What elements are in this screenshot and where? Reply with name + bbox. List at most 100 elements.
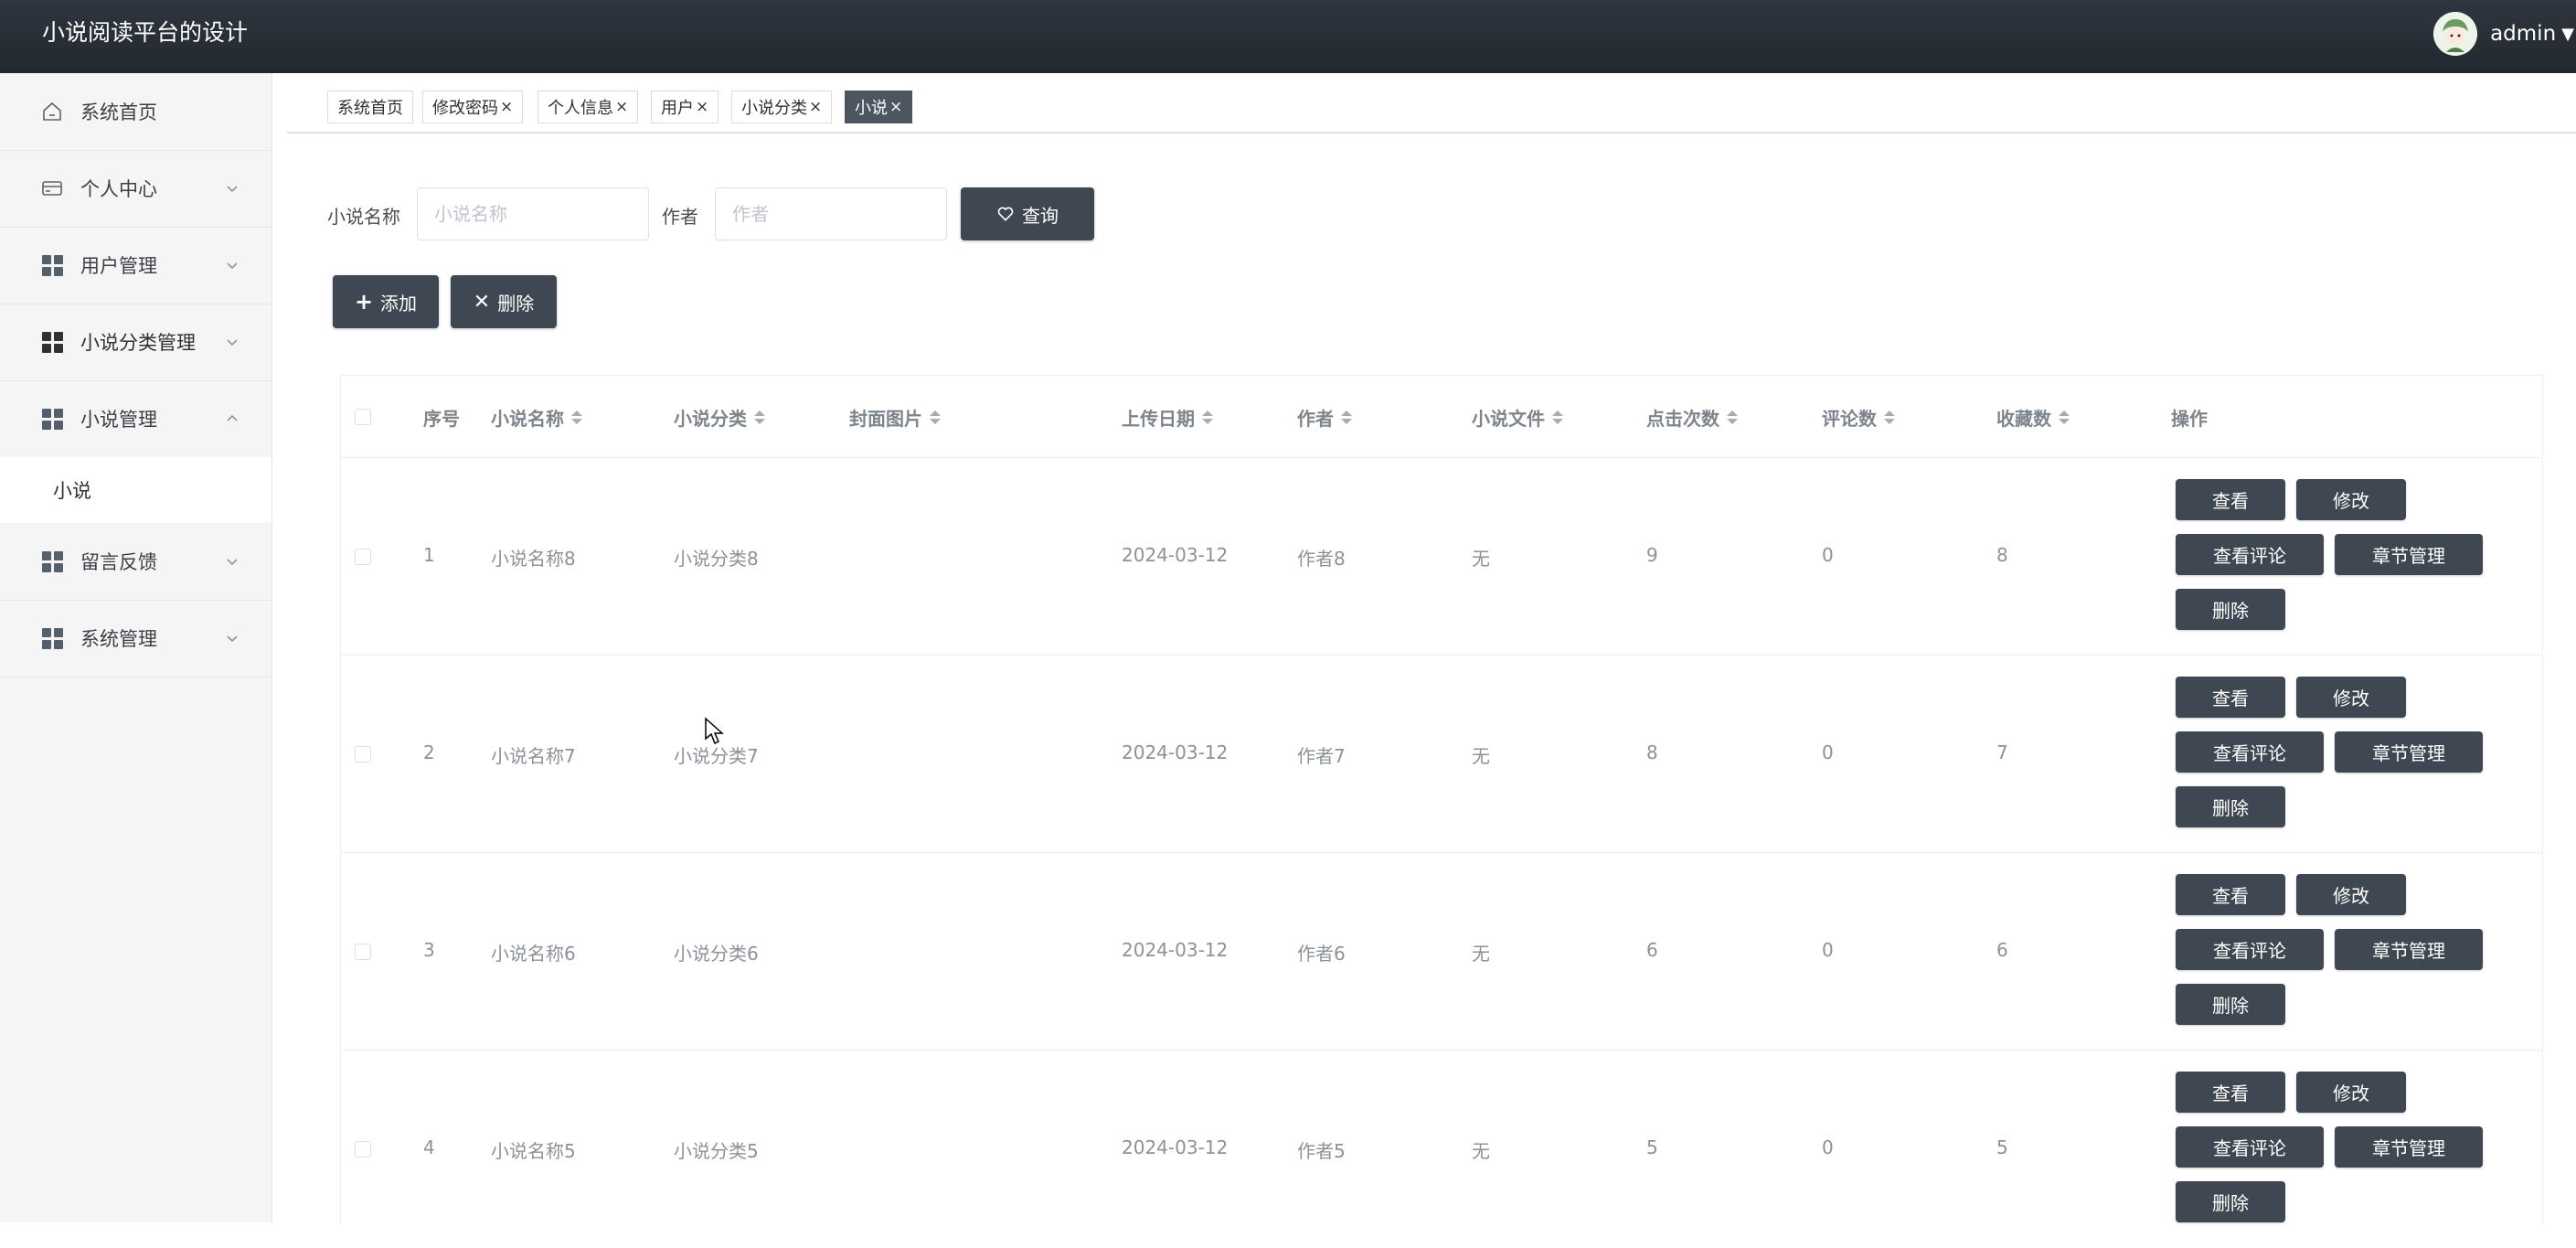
close-icon[interactable]: × xyxy=(500,98,513,116)
tags-view: 系统首页 修改密码 × 个人信息 × 用户 × 小说分类 × 小说 × xyxy=(287,88,2576,133)
sidebar-item-label: 个人中心 xyxy=(80,178,157,200)
cell-name: 小说名称5 xyxy=(491,1140,576,1162)
user-avatar[interactable] xyxy=(2433,12,2478,56)
author-label: 作者 xyxy=(662,206,698,228)
close-icon[interactable]: × xyxy=(809,98,822,116)
cell-category: 小说分类6 xyxy=(674,943,759,965)
chevron-down-icon xyxy=(223,256,241,274)
cell-author: 作者8 xyxy=(1297,548,1346,570)
batch-delete-button[interactable]: ✕ 删除 xyxy=(451,275,557,328)
cell-author: 作者6 xyxy=(1297,943,1346,965)
tab-user[interactable]: 用户 × xyxy=(651,91,719,123)
view-button[interactable]: 查看 xyxy=(2176,677,2285,718)
sidebar-item-feedback[interactable]: 留言反馈 xyxy=(0,523,271,601)
sidebar-item-home[interactable]: 系统首页 xyxy=(0,73,271,151)
tab-change-password[interactable]: 修改密码 × xyxy=(422,91,524,123)
sidebar-item-category-management[interactable]: 小说分类管理 xyxy=(0,304,271,381)
novel-table: 序号 小说名称 小说分类 封面图片 上传日期 作者 小说文件 点击次数 评论数 … xyxy=(340,375,2543,1223)
cell-name: 小说名称8 xyxy=(491,548,576,570)
cell-clicks: 6 xyxy=(1646,939,1658,961)
table-row: 1 小说名称8 小说分类8 2024-03-12 作者8 无 9 0 8 查看 … xyxy=(341,457,2542,656)
sort-icon xyxy=(1202,410,1213,424)
close-icon[interactable]: × xyxy=(696,98,708,116)
mouse-cursor-icon xyxy=(704,717,724,750)
column-header-favorites[interactable]: 收藏数 xyxy=(1996,376,2070,458)
sidebar-item-user-management[interactable]: 用户管理 xyxy=(0,227,271,304)
author-input[interactable] xyxy=(715,187,947,240)
caret-down-icon[interactable]: ▼ xyxy=(2561,25,2574,44)
cell-favorites: 6 xyxy=(1996,939,2008,961)
row-checkbox[interactable] xyxy=(355,1141,371,1157)
tab-novel[interactable]: 小说 × xyxy=(845,91,913,123)
top-header: 小说阅读平台的设计 admin ▼ xyxy=(0,0,2576,73)
column-header-file[interactable]: 小说文件 xyxy=(1472,376,1563,458)
sidebar-subitem-label: 小说 xyxy=(53,480,91,502)
edit-button[interactable]: 修改 xyxy=(2296,1072,2406,1113)
column-header-author[interactable]: 作者 xyxy=(1297,376,1352,458)
sidebar-subitem-novel[interactable]: 小说 xyxy=(0,457,271,523)
sort-icon xyxy=(1341,410,1352,424)
cell-author: 作者7 xyxy=(1297,745,1346,767)
close-icon: ✕ xyxy=(473,290,491,314)
sidebar-item-label: 用户管理 xyxy=(80,255,157,277)
view-comments-button[interactable]: 查看评论 xyxy=(2176,534,2324,575)
user-menu[interactable]: admin ▼ xyxy=(2433,9,2576,59)
sidebar-item-label: 小说分类管理 xyxy=(80,332,196,354)
tab-label: 用户 xyxy=(661,99,694,118)
sort-icon xyxy=(930,410,941,424)
query-button-label: 查询 xyxy=(1022,204,1059,227)
row-checkbox[interactable] xyxy=(355,944,371,960)
sort-icon xyxy=(1552,410,1563,424)
chapter-management-button[interactable]: 章节管理 xyxy=(2335,534,2483,575)
tab-label: 小说 xyxy=(855,99,888,118)
row-checkbox[interactable] xyxy=(355,549,371,565)
column-header-date[interactable]: 上传日期 xyxy=(1122,376,1213,458)
view-button[interactable]: 查看 xyxy=(2176,874,2285,915)
view-comments-button[interactable]: 查看评论 xyxy=(2176,731,2324,773)
chevron-up-icon xyxy=(223,410,241,428)
column-header-cover[interactable]: 封面图片 xyxy=(849,376,941,458)
view-button[interactable]: 查看 xyxy=(2176,479,2285,520)
cell-category: 小说分类5 xyxy=(674,1140,759,1162)
add-button[interactable]: + 添加 xyxy=(333,275,439,328)
grid-icon xyxy=(40,549,64,573)
select-all-checkbox[interactable] xyxy=(355,409,371,425)
close-icon[interactable]: × xyxy=(889,98,902,116)
delete-button[interactable]: 删除 xyxy=(2176,589,2285,630)
row-checkbox[interactable] xyxy=(355,746,371,763)
sidebar-item-novel-management[interactable]: 小说管理 xyxy=(0,380,271,458)
sort-icon xyxy=(1727,410,1738,424)
tab-home[interactable]: 系统首页 xyxy=(327,91,413,123)
column-header-clicks[interactable]: 点击次数 xyxy=(1646,376,1738,458)
sidebar-item-label: 系统首页 xyxy=(80,101,157,123)
tab-label: 修改密码 xyxy=(432,99,498,118)
edit-button[interactable]: 修改 xyxy=(2296,874,2406,915)
view-button[interactable]: 查看 xyxy=(2176,1072,2285,1113)
chevron-down-icon xyxy=(223,629,241,647)
column-header-actions: 操作 xyxy=(2171,407,2208,430)
tab-category[interactable]: 小说分类 × xyxy=(731,91,833,123)
novel-name-label: 小说名称 xyxy=(327,206,400,228)
edit-button[interactable]: 修改 xyxy=(2296,479,2406,520)
query-button[interactable]: 查询 xyxy=(961,187,1094,240)
view-comments-button[interactable]: 查看评论 xyxy=(2176,1126,2324,1168)
chapter-management-button[interactable]: 章节管理 xyxy=(2335,1126,2483,1168)
delete-button[interactable]: 删除 xyxy=(2176,786,2285,827)
sidebar-item-system-management[interactable]: 系统管理 xyxy=(0,600,271,677)
edit-button[interactable]: 修改 xyxy=(2296,677,2406,718)
chapter-management-button[interactable]: 章节管理 xyxy=(2335,731,2483,773)
delete-button[interactable]: 删除 xyxy=(2176,984,2285,1025)
sidebar-item-personal-center[interactable]: 个人中心 xyxy=(0,150,271,228)
delete-button[interactable]: 删除 xyxy=(2176,1181,2285,1222)
user-name[interactable]: admin xyxy=(2490,22,2556,46)
novel-name-input[interactable] xyxy=(417,187,649,240)
chapter-management-button[interactable]: 章节管理 xyxy=(2335,929,2483,970)
tab-personal-info[interactable]: 个人信息 × xyxy=(538,91,639,123)
cell-file: 无 xyxy=(1472,1140,1490,1162)
close-icon[interactable]: × xyxy=(615,98,628,116)
column-header-category[interactable]: 小说分类 xyxy=(674,376,765,458)
column-header-name[interactable]: 小说名称 xyxy=(491,376,582,458)
chevron-down-icon xyxy=(223,179,241,197)
view-comments-button[interactable]: 查看评论 xyxy=(2176,929,2324,970)
column-header-comments[interactable]: 评论数 xyxy=(1822,376,1895,458)
